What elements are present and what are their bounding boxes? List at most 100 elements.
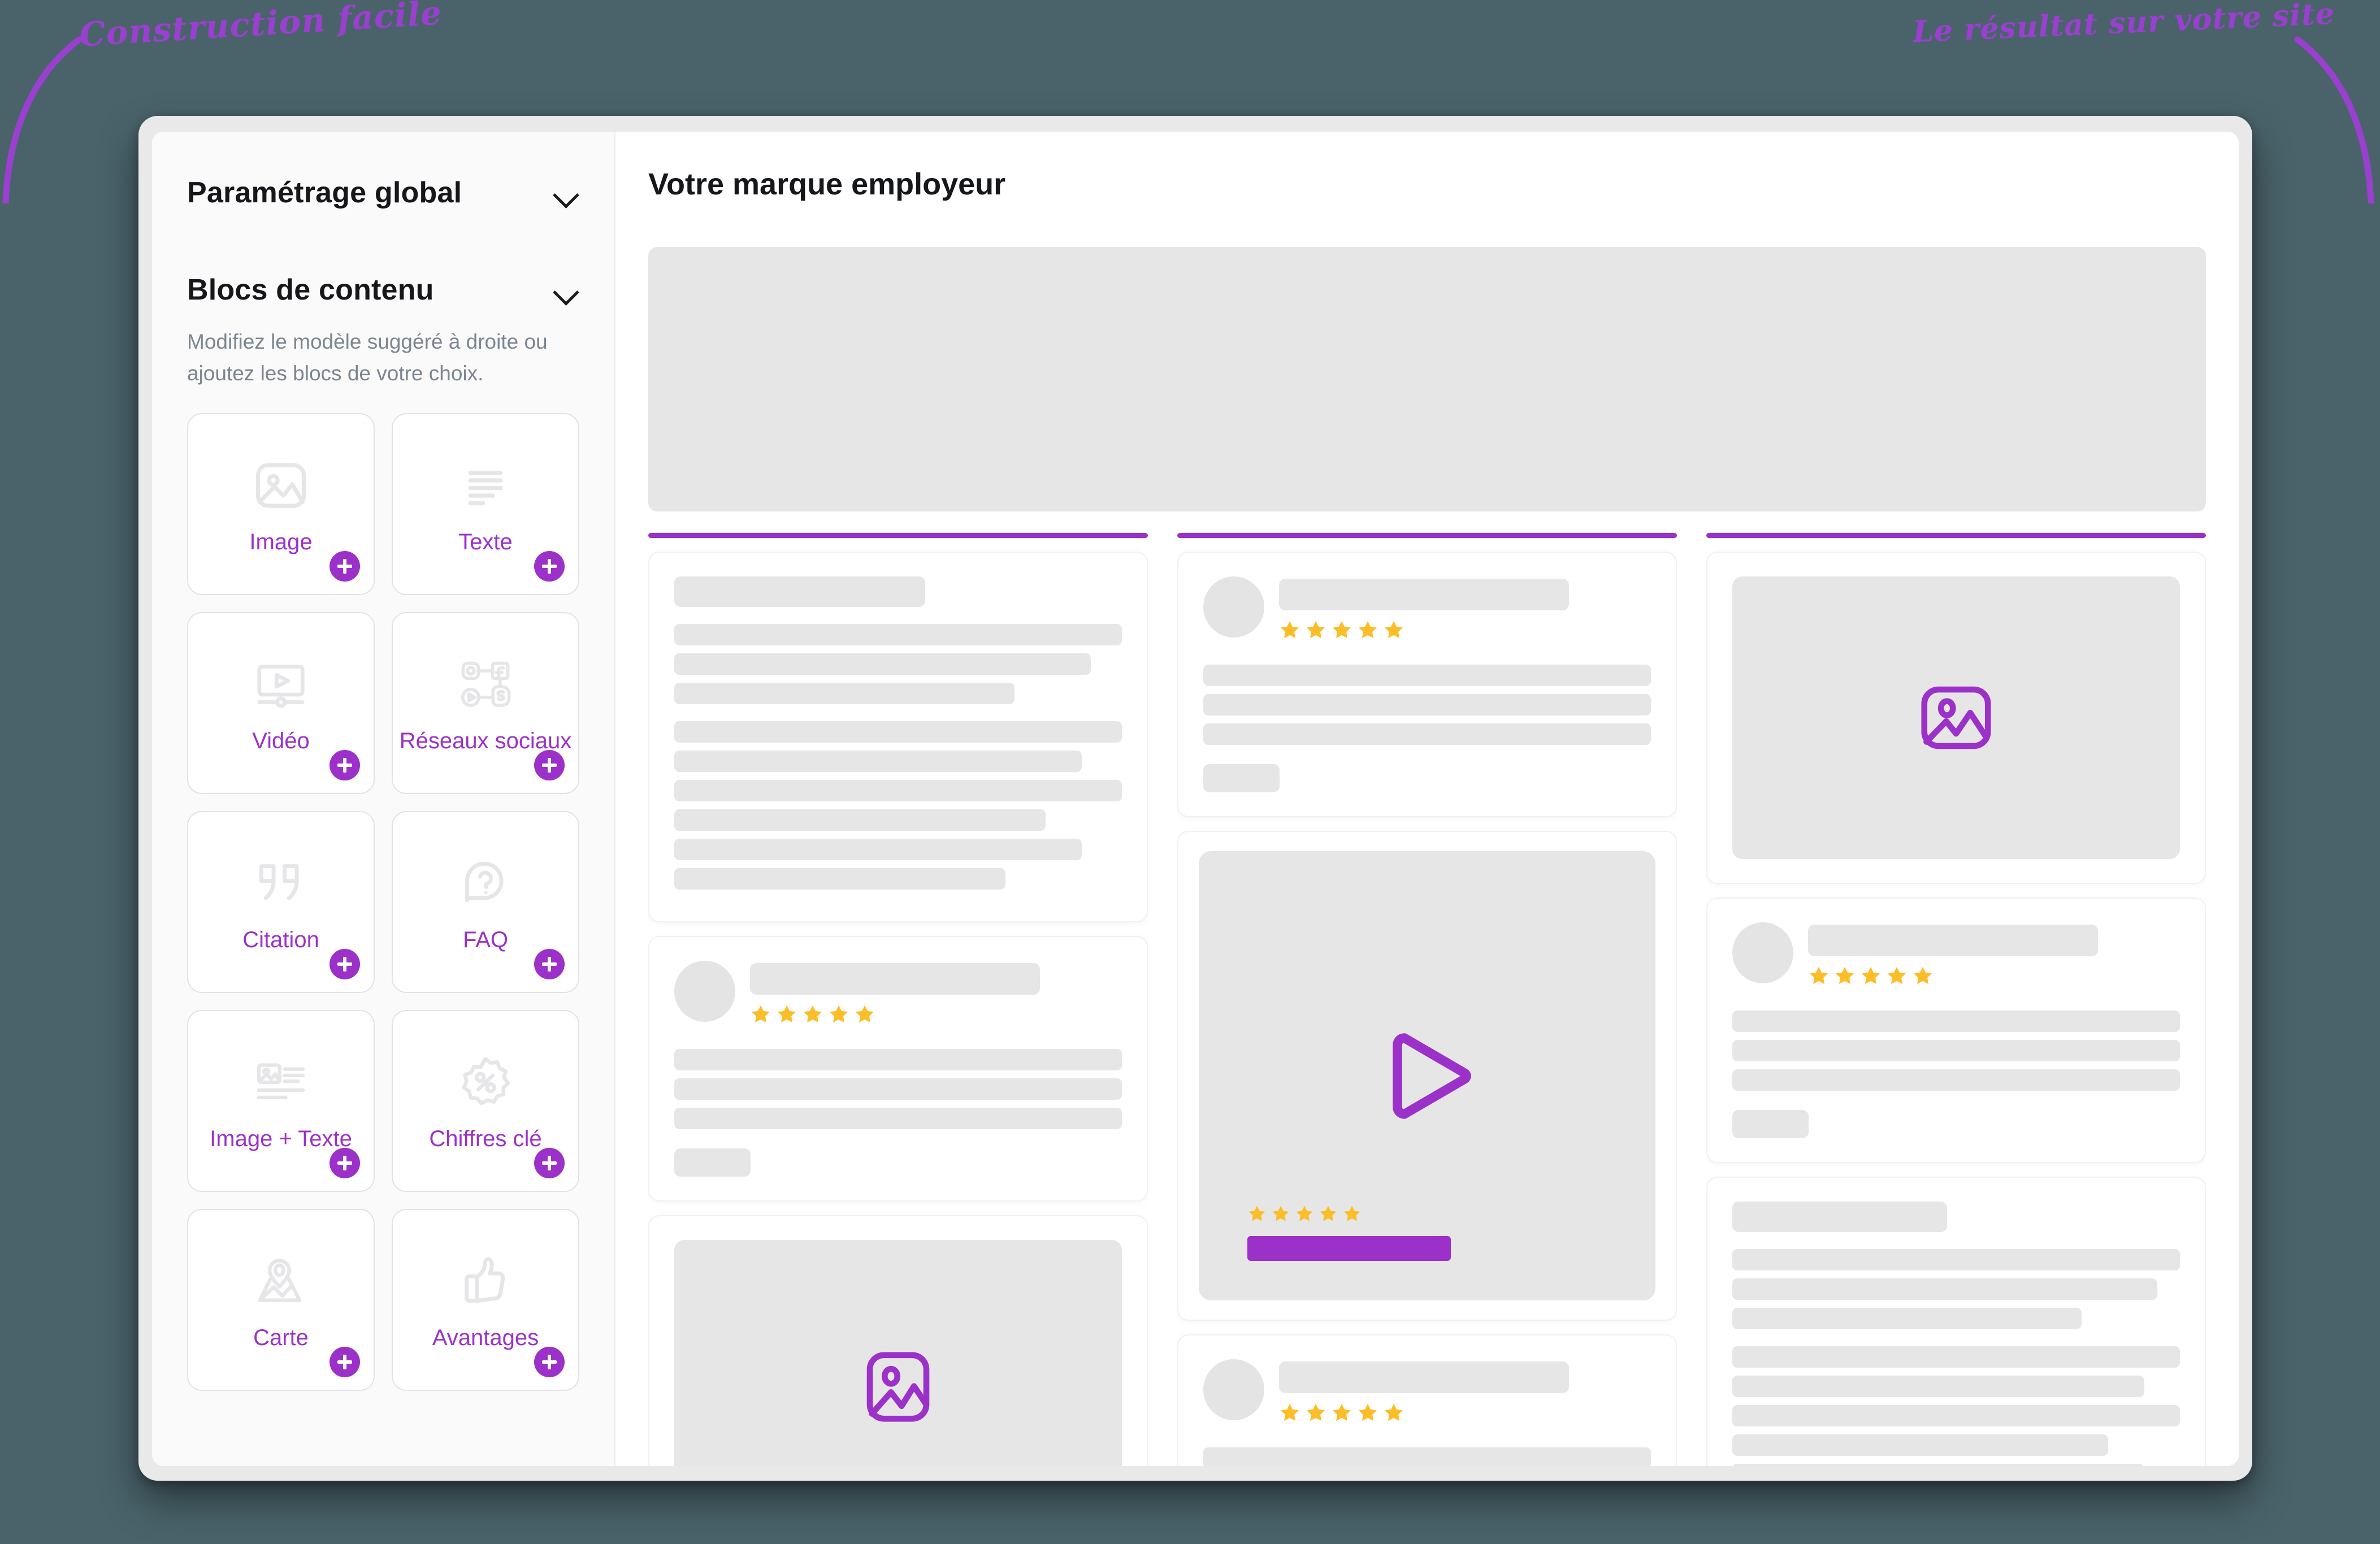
preview-card-text-block[interactable]: [648, 552, 1148, 922]
star-icon: [1385, 621, 1403, 639]
add-block-button[interactable]: [330, 1148, 360, 1179]
block-card-carte[interactable]: Carte: [187, 1209, 375, 1391]
block-card-texte[interactable]: Texte: [392, 413, 579, 596]
block-label: FAQ: [462, 927, 509, 953]
page-title: Votre marque employeur: [648, 167, 1006, 201]
block-label: Image + Texte: [210, 1126, 352, 1152]
block-label: Vidéo: [252, 728, 310, 754]
add-block-button[interactable]: [534, 551, 565, 582]
skeleton-line: [674, 780, 1122, 801]
add-block-button[interactable]: [330, 551, 360, 582]
block-card-image-texte[interactable]: Image + Texte: [187, 1010, 375, 1192]
block-card-reseaux-sociaux[interactable]: Réseaux sociaux: [392, 612, 579, 795]
video-cta-bar[interactable]: [1247, 1236, 1451, 1261]
chevron-down-icon[interactable]: [552, 185, 579, 201]
quote-icon: [252, 852, 310, 915]
content-blocks-grid: Image Texte Vidéo Réseaux sociaux Citati…: [187, 413, 579, 1391]
skeleton-button[interactable]: [674, 1148, 751, 1177]
block-card-chiffres-cle[interactable]: Chiffres clé: [392, 1010, 579, 1192]
skeleton-line: [1732, 1069, 2180, 1091]
add-block-button[interactable]: [330, 750, 360, 781]
star-icon: [1862, 966, 1880, 984]
skeleton-line: [1732, 1434, 2109, 1456]
bracket-left-decoration: [2, 36, 83, 203]
star-icon: [1281, 621, 1299, 639]
skeleton-line: [674, 1108, 1122, 1129]
preview-card-testimonial[interactable]: [648, 936, 1148, 1202]
preview-card-testimonial[interactable]: [1706, 897, 2206, 1163]
skeleton-line: [674, 751, 1082, 772]
image-placeholder: [674, 1240, 1122, 1466]
star-icon: [1307, 621, 1325, 639]
image-placeholder: [1732, 576, 2180, 859]
add-block-button[interactable]: [534, 750, 565, 781]
star-icon: [1343, 1205, 1360, 1221]
preview-card-testimonial[interactable]: [1177, 552, 1677, 817]
star-icon: [1914, 966, 1932, 984]
testimonial-meta: [1279, 576, 1651, 641]
preview-card-image-block[interactable]: [1706, 552, 2206, 884]
testimonial-meta: [750, 961, 1122, 1025]
star-icon: [1333, 1403, 1351, 1421]
add-block-button[interactable]: [534, 949, 565, 980]
chevron-down-icon[interactable]: [552, 282, 579, 298]
block-card-video[interactable]: Vidéo: [187, 612, 375, 795]
skeleton-button[interactable]: [1732, 1110, 1809, 1138]
skeleton-line: [674, 868, 1006, 890]
avatar: [1203, 1359, 1264, 1420]
testimonial-meta: [1279, 1359, 1651, 1424]
skeleton-line: [1732, 1010, 2180, 1032]
avatar: [1732, 922, 1793, 983]
preview-column-1: [648, 533, 1148, 1466]
star-icon: [1307, 1403, 1325, 1421]
skeleton-title: [674, 576, 925, 607]
star-rating: [1279, 619, 1651, 641]
preview-card-video-block[interactable]: [1177, 831, 1677, 1321]
skeleton-line: [674, 809, 1046, 831]
sidebar-panel-global-settings[interactable]: Paramétrage global: [187, 132, 579, 210]
skeleton-button[interactable]: [1203, 764, 1280, 792]
block-label: Citation: [242, 927, 319, 953]
skeleton-line: [674, 1078, 1122, 1100]
block-label: Avantages: [432, 1325, 539, 1351]
block-card-avantages[interactable]: Avantages: [392, 1209, 579, 1391]
annotation-left-text: Construction facile: [78, 0, 443, 54]
skeleton-line: [1732, 1346, 2180, 1368]
panel-title-global-settings: Paramétrage global: [187, 176, 462, 209]
preview-columns: [648, 533, 2206, 1466]
text-lines-icon: [455, 454, 516, 517]
video-player-icon: [250, 653, 311, 716]
block-card-citation[interactable]: Citation: [187, 811, 375, 994]
add-block-button[interactable]: [534, 1148, 565, 1179]
bracket-right-decoration: [2294, 36, 2374, 203]
question-bubble-icon: [456, 852, 515, 915]
column-rule: [648, 533, 1148, 538]
preview-column-2: [1177, 533, 1677, 1466]
add-block-button[interactable]: [330, 1347, 360, 1378]
star-icon: [1296, 1205, 1313, 1221]
star-icon: [1359, 621, 1377, 639]
add-block-button[interactable]: [330, 949, 360, 980]
avatar: [674, 961, 735, 1022]
star-icon: [1810, 966, 1828, 984]
skeleton-line: [1732, 1405, 2180, 1426]
add-block-button[interactable]: [534, 1347, 565, 1378]
preview-card-image-block[interactable]: [648, 1215, 1148, 1466]
star-icon: [752, 1005, 770, 1023]
sidebar-panel-content-blocks[interactable]: Blocs de contenu: [187, 210, 579, 307]
star-icon: [1888, 966, 1906, 984]
preview-card-text-block[interactable]: [1706, 1177, 2206, 1466]
star-icon: [1359, 1403, 1377, 1421]
video-placeholder[interactable]: [1199, 851, 1655, 1300]
sidebar: Paramétrage global Blocs de contenu Modi…: [152, 132, 615, 1466]
block-card-image[interactable]: Image: [187, 413, 375, 596]
block-card-faq[interactable]: FAQ: [392, 811, 579, 994]
hero-banner-placeholder[interactable]: [648, 247, 2206, 511]
column-rule: [1706, 533, 2206, 538]
skeleton-line: [1203, 694, 1651, 715]
preview-card-testimonial[interactable]: [1177, 1334, 1677, 1466]
skeleton-line: [674, 653, 1091, 675]
preview-header: Votre marque employeur: [615, 132, 2239, 239]
image-icon: [250, 454, 311, 517]
annotation-right-text: Le résultat sur votre site: [1911, 0, 2335, 50]
